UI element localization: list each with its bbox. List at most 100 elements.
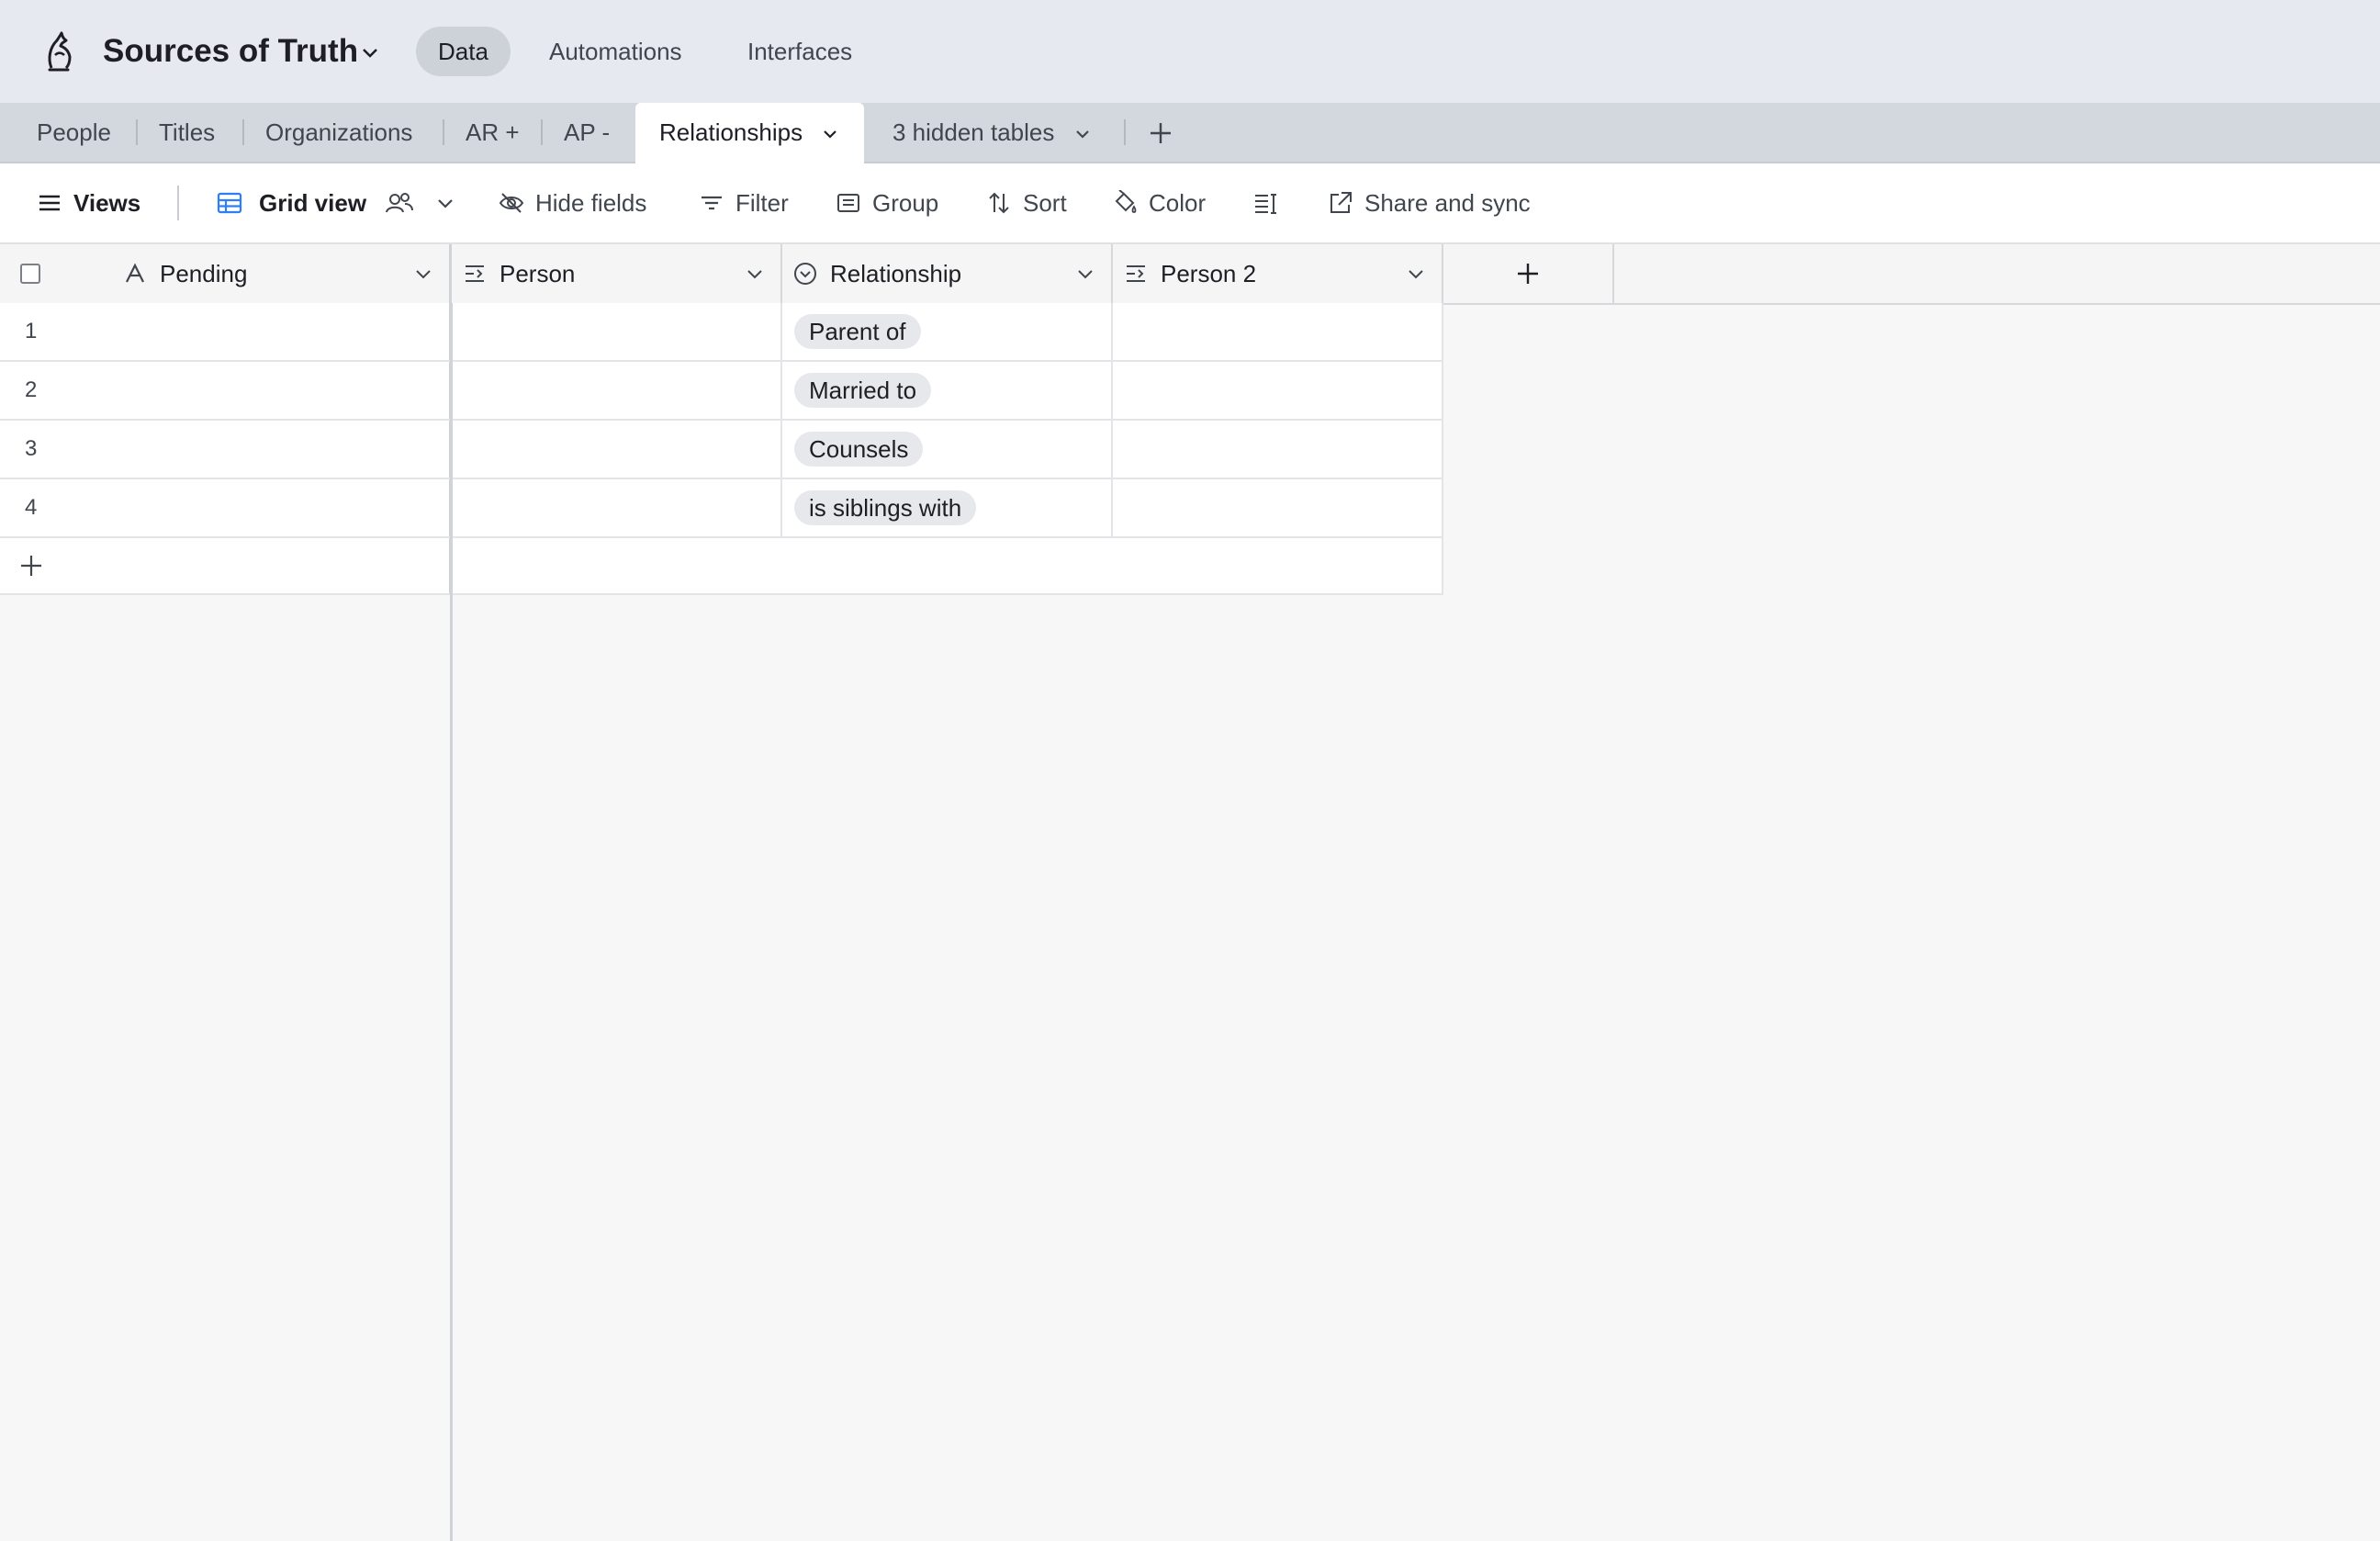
frozen-column-divider	[450, 303, 453, 1541]
table-row[interactable]: 3 Counsels	[0, 421, 1443, 479]
linked-record-icon	[1127, 265, 1145, 282]
chevron-down-icon[interactable]	[1405, 263, 1427, 285]
single-select-icon	[794, 263, 816, 285]
share-and-sync-label: Share and sync	[1364, 188, 1531, 217]
paint-bucket-icon	[1115, 190, 1137, 213]
select-option-pill: is siblings with	[794, 490, 977, 525]
person-2-cell[interactable]	[1113, 362, 1443, 421]
filter-button[interactable]: Filter	[699, 163, 789, 242]
nav-tab-interfaces[interactable]: Interfaces	[747, 27, 852, 76]
column-label: Person 2	[1161, 259, 1257, 287]
sort-button[interactable]: Sort	[986, 163, 1067, 242]
tab-divider	[1124, 119, 1126, 145]
person-2-cell[interactable]	[1113, 421, 1443, 479]
chevron-down-icon[interactable]	[412, 263, 434, 285]
table-tab-people[interactable]: People	[37, 103, 111, 162]
row-number: 3	[25, 436, 38, 461]
select-all-checkbox[interactable]	[20, 264, 40, 284]
nav-tab-data[interactable]: Data	[416, 27, 511, 76]
row-number: 1	[25, 319, 38, 343]
add-record-cell[interactable]	[452, 538, 1443, 595]
relationship-cell[interactable]: is siblings with	[782, 479, 1113, 538]
table-row[interactable]: 4 is siblings with	[0, 479, 1443, 538]
person-cell[interactable]	[452, 421, 782, 479]
primary-field-icon	[126, 263, 144, 283]
relationship-cell[interactable]: Married to	[782, 362, 1113, 421]
group-label: Group	[872, 188, 939, 217]
table-row[interactable]: 1 Parent of	[0, 303, 1443, 362]
nav-tab-automations[interactable]: Automations	[549, 27, 682, 76]
hidden-tables-dropdown[interactable]: 3 hidden tables	[892, 103, 1093, 162]
views-label: Views	[73, 188, 141, 217]
person-2-cell[interactable]	[1113, 479, 1443, 538]
select-option-pill: Parent of	[794, 314, 921, 349]
person-cell[interactable]	[452, 362, 782, 421]
people-icon	[386, 193, 414, 213]
table-tab-relationships-label: Relationships	[659, 118, 803, 146]
sort-icon	[989, 192, 1009, 214]
column-header-person-2[interactable]: Person 2	[1113, 244, 1443, 303]
plus-icon	[1518, 264, 1538, 284]
base-name[interactable]: Sources of Truth	[103, 28, 358, 75]
hidden-tables-label: 3 hidden tables	[892, 118, 1055, 146]
add-field-button[interactable]	[1443, 244, 1614, 303]
table-tab-ap[interactable]: AP -	[564, 103, 610, 162]
add-record-row[interactable]	[0, 538, 1443, 595]
row-number: 2	[25, 377, 38, 402]
base-logo-icon[interactable]	[37, 28, 81, 75]
sort-label: Sort	[1023, 188, 1067, 217]
person-cell[interactable]	[452, 479, 782, 538]
row-number-cell[interactable]: 1	[0, 303, 452, 362]
grid-header: Pending Person Relationship Person 2	[0, 244, 2380, 305]
group-icon	[837, 194, 859, 212]
person-2-cell[interactable]	[1113, 303, 1443, 362]
tab-divider	[136, 119, 138, 145]
toolbar-divider	[177, 186, 179, 220]
add-table-plus-icon[interactable]	[1148, 120, 1173, 146]
grid-view-selector[interactable]: Grid view	[217, 163, 467, 242]
app-header: Sources of Truth Data Automations Interf…	[0, 0, 2380, 103]
views-button[interactable]: Views	[37, 163, 140, 242]
table-tab-ar[interactable]: AR +	[466, 103, 520, 162]
column-label: Pending	[160, 259, 248, 287]
table-tab-relationships[interactable]: Relationships	[635, 103, 865, 163]
row-number-cell[interactable]: 2	[0, 362, 452, 421]
table-tab-titles[interactable]: Titles	[159, 103, 215, 162]
table-row[interactable]: 2 Married to	[0, 362, 1443, 421]
tab-divider	[443, 119, 444, 145]
grid-view-icon	[217, 192, 242, 214]
chevron-down-icon[interactable]	[820, 124, 840, 144]
chevron-down-icon[interactable]	[744, 263, 766, 285]
row-number-cell[interactable]: 4	[0, 479, 452, 538]
chevron-down-icon	[438, 199, 453, 208]
row-height-button[interactable]	[1252, 163, 1278, 242]
person-cell[interactable]	[452, 303, 782, 362]
chevron-down-icon[interactable]	[358, 40, 382, 64]
column-header-relationship[interactable]: Relationship	[782, 244, 1113, 303]
filter-icon	[702, 196, 722, 210]
column-label: Person	[500, 259, 576, 287]
tab-divider	[541, 119, 543, 145]
row-number: 4	[25, 495, 38, 520]
plus-icon	[21, 556, 41, 576]
chevron-down-icon[interactable]	[1074, 263, 1096, 285]
relationship-cell[interactable]: Counsels	[782, 421, 1113, 479]
relationship-cell[interactable]: Parent of	[782, 303, 1113, 362]
hide-fields-button[interactable]: Hide fields	[499, 163, 646, 242]
column-header-pending[interactable]: Pending	[0, 244, 452, 303]
view-toolbar: Views Grid view Hide fields Filter Group…	[0, 163, 2380, 244]
row-number-cell[interactable]: 3	[0, 421, 452, 479]
select-option-pill: Married to	[794, 373, 932, 408]
select-option-pill: Counsels	[794, 432, 924, 467]
table-tab-organizations[interactable]: Organizations	[265, 103, 412, 162]
hide-fields-label: Hide fields	[535, 188, 647, 217]
grid-view-label: Grid view	[259, 188, 367, 217]
column-header-person[interactable]: Person	[452, 244, 782, 303]
add-record-cell[interactable]	[0, 538, 452, 595]
external-link-icon	[1330, 192, 1352, 213]
group-button[interactable]: Group	[836, 163, 938, 242]
share-and-sync-button[interactable]: Share and sync	[1328, 163, 1531, 242]
color-button[interactable]: Color	[1112, 163, 1206, 242]
chevron-down-icon	[1072, 124, 1093, 144]
eye-off-icon	[499, 193, 524, 213]
